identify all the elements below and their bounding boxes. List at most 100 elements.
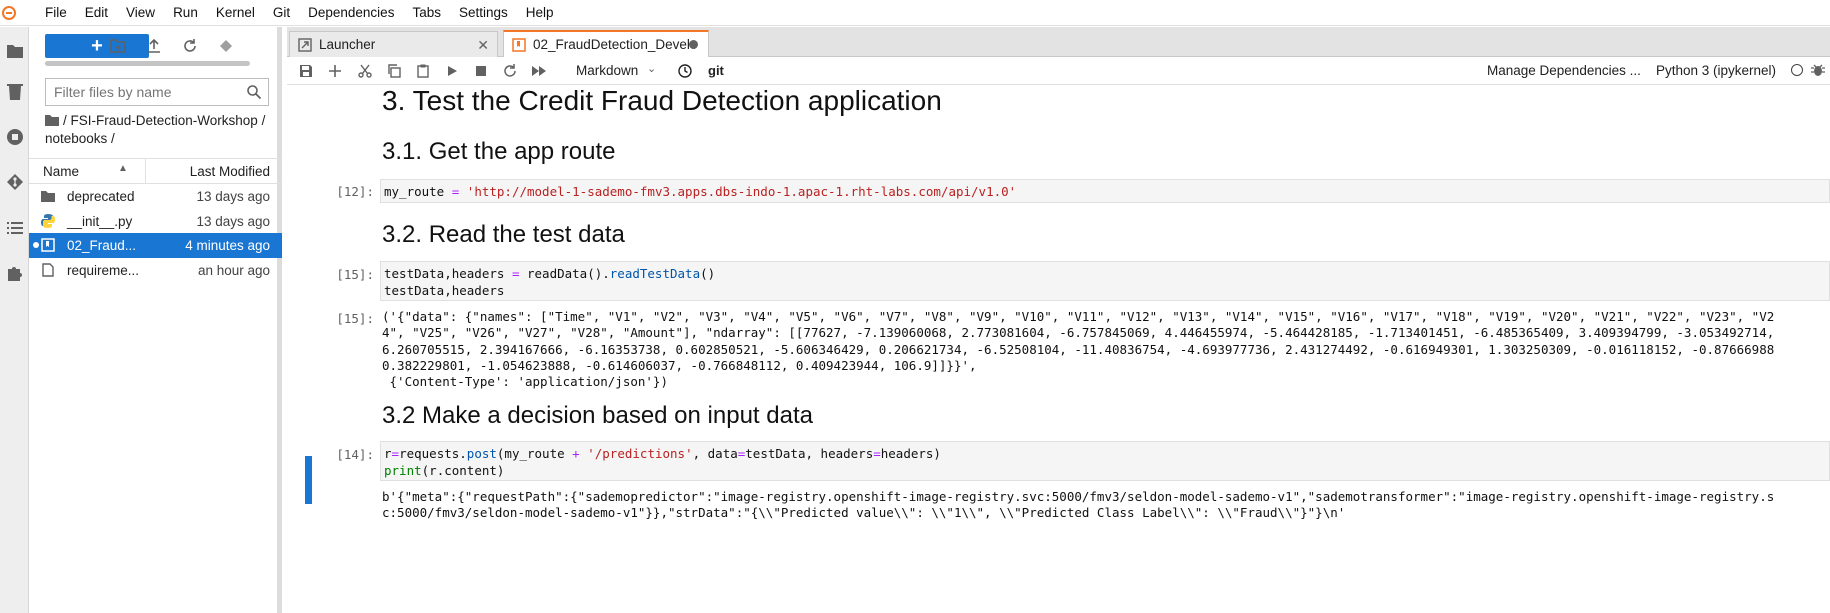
toc-list-icon[interactable] — [5, 218, 25, 238]
file-row-requirements[interactable]: requireme... an hour ago — [29, 258, 282, 283]
new-launcher-button[interactable]: + — [45, 34, 149, 58]
output-line: b'{"meta":{"requestPath":{"sademopredict… — [382, 489, 1775, 504]
heading-make-decision: 3.2 Make a decision based on input data — [382, 402, 813, 429]
file-modified: 4 minutes ago — [185, 238, 270, 253]
tab-launcher[interactable]: Launcher ✕ — [289, 31, 498, 57]
git-diff-button[interactable]: git — [708, 63, 724, 78]
cell-prompt: [12]: — [336, 184, 374, 199]
menu-dependencies[interactable]: Dependencies — [299, 5, 403, 20]
cell-prompt: [14]: — [336, 447, 374, 462]
menu-settings[interactable]: Settings — [450, 5, 517, 20]
cell-prompt: [15]: — [336, 267, 374, 282]
column-divider[interactable] — [145, 159, 146, 184]
code-cell-read-data[interactable]: testData,headers = readData().readTestDa… — [380, 261, 1830, 301]
output-line: {'Content-Type': 'application/json'}) — [382, 374, 668, 390]
extension-puzzle-icon[interactable] — [5, 263, 25, 283]
search-icon — [247, 85, 262, 100]
folder-icon[interactable] — [5, 41, 25, 61]
column-name[interactable]: Name — [43, 164, 79, 179]
breadcrumb[interactable]: / FSI-Fraud-Detection-Workshop / noteboo… — [45, 112, 277, 148]
document-tab-bar: Launcher ✕ 02_FraudDetection_Develc — [287, 27, 1830, 57]
debugger-bug-icon[interactable] — [1810, 62, 1826, 78]
manage-dependencies-button[interactable]: Manage Dependencies ... — [1487, 63, 1641, 78]
toolbar-scrollbar[interactable] — [45, 61, 250, 66]
running-indicator — [33, 242, 39, 248]
output-test-data: ('{"data": {"names": ["Time", "V1", "V2"… — [382, 309, 1830, 390]
python-icon — [41, 213, 55, 228]
chevron-down-icon[interactable]: ⌄ — [647, 62, 656, 75]
file-row-deprecated[interactable]: deprecated 13 days ago — [29, 184, 282, 209]
notebook-panel[interactable]: 3. Test the Credit Fraud Detection appli… — [287, 86, 1830, 613]
file-list: deprecated 13 days ago __init__.py 13 da… — [29, 184, 282, 282]
file-icon — [42, 262, 54, 277]
trash-icon[interactable] — [5, 82, 25, 102]
file-modified: an hour ago — [197, 262, 270, 278]
run-icon[interactable] — [444, 63, 460, 79]
paste-icon[interactable] — [415, 63, 431, 79]
active-cell-marker[interactable] — [305, 456, 312, 504]
file-name: requireme... — [67, 262, 140, 278]
output-prompt: [15]: — [336, 311, 374, 326]
menu-file[interactable]: File — [36, 5, 76, 20]
git-icon[interactable] — [5, 172, 25, 192]
file-row-fraud-notebook[interactable]: 02_Fraud... 4 minutes ago — [29, 233, 282, 258]
menu-run[interactable]: Run — [164, 5, 207, 20]
close-icon[interactable]: ✕ — [477, 37, 489, 54]
menu-view[interactable]: View — [117, 5, 164, 20]
upload-icon[interactable] — [144, 36, 164, 56]
menu-edit[interactable]: Edit — [76, 5, 117, 20]
file-browser: + / FSI-Fraud-Detection-Workshop / noteb… — [29, 27, 282, 613]
column-last-modified[interactable]: Last Modified — [190, 164, 270, 179]
output-line: 0.382229801, -1.054623888, -0.614606037,… — [382, 357, 977, 373]
output-prediction: b'{"meta":{"requestPath":{"sademopredict… — [382, 489, 1830, 522]
refresh-icon[interactable] — [180, 36, 200, 56]
code-cell-route[interactable]: my_route = 'http://model-1-sademo-fmv3.a… — [380, 179, 1830, 203]
file-browser-toolbar: + — [29, 27, 282, 63]
breadcrumb-path[interactable]: / FSI-Fraud-Detection-Workshop / noteboo… — [45, 113, 265, 146]
new-folder-icon[interactable] — [108, 36, 128, 56]
folder-icon — [45, 115, 59, 126]
notebook-icon — [512, 37, 526, 52]
folder-icon — [41, 191, 55, 202]
stop-circle-icon[interactable] — [5, 127, 25, 147]
notebook-toolbar: Markdown ⌄ git Manage Dependencies ... P… — [287, 57, 1830, 85]
menu-kernel[interactable]: Kernel — [207, 5, 264, 20]
cell-type-select[interactable]: Markdown — [576, 63, 638, 78]
file-filter-input[interactable] — [54, 79, 244, 105]
cut-icon[interactable] — [357, 63, 373, 79]
file-name: 02_Fraud... — [67, 238, 137, 253]
file-modified: 13 days ago — [196, 189, 270, 204]
jupyter-logo-icon — [2, 5, 16, 20]
add-cell-icon[interactable] — [327, 63, 343, 79]
tab-label: 02_FraudDetection_Develc — [533, 37, 697, 52]
menu-git[interactable]: Git — [264, 5, 299, 20]
menu-help[interactable]: Help — [517, 5, 563, 20]
output-line: ('{"data": {"names": ["Time", "V1", "V2"… — [382, 309, 1775, 324]
restart-icon[interactable] — [502, 63, 518, 79]
clock-icon[interactable] — [677, 63, 693, 79]
file-list-header: Name ▲ Last Modified — [29, 158, 282, 184]
output-line: 4", "V25", "V26", "V27", "V28", "Amount"… — [382, 325, 1775, 341]
heading-test-application: 3. Test the Credit Fraud Detection appli… — [382, 86, 942, 116]
kernel-status-icon — [1791, 64, 1803, 76]
code-cell-predict[interactable]: r=requests.post(my_route + '/predictions… — [380, 441, 1830, 481]
menu-tabs[interactable]: Tabs — [403, 5, 450, 20]
tab-label: Launcher — [319, 37, 376, 52]
activity-bar — [0, 27, 29, 613]
stop-icon[interactable] — [473, 63, 489, 79]
copy-icon[interactable] — [386, 63, 402, 79]
file-row-init-py[interactable]: __init__.py 13 days ago — [29, 209, 282, 234]
output-line: c:5000/fmv3/seldon-model-sademo-v1"}},"s… — [382, 505, 1346, 521]
launcher-icon — [298, 37, 312, 52]
tab-fraud-notebook[interactable]: 02_FraudDetection_Develc — [503, 30, 709, 57]
git-clone-icon[interactable] — [216, 36, 236, 56]
menu-bar: File Edit View Run Kernel Git Dependenci… — [0, 0, 1830, 26]
output-line: 6.260705515, 2.394167666, -6.16353738, 0… — [382, 341, 1775, 357]
file-filter-field[interactable] — [45, 78, 269, 106]
file-modified: 13 days ago — [196, 213, 270, 229]
sort-ascending-icon[interactable]: ▲ — [118, 163, 128, 174]
unsaved-dot-icon[interactable] — [689, 40, 698, 49]
fast-forward-icon[interactable] — [531, 63, 547, 79]
save-icon[interactable] — [298, 63, 314, 79]
kernel-name[interactable]: Python 3 (ipykernel) — [1656, 63, 1776, 78]
